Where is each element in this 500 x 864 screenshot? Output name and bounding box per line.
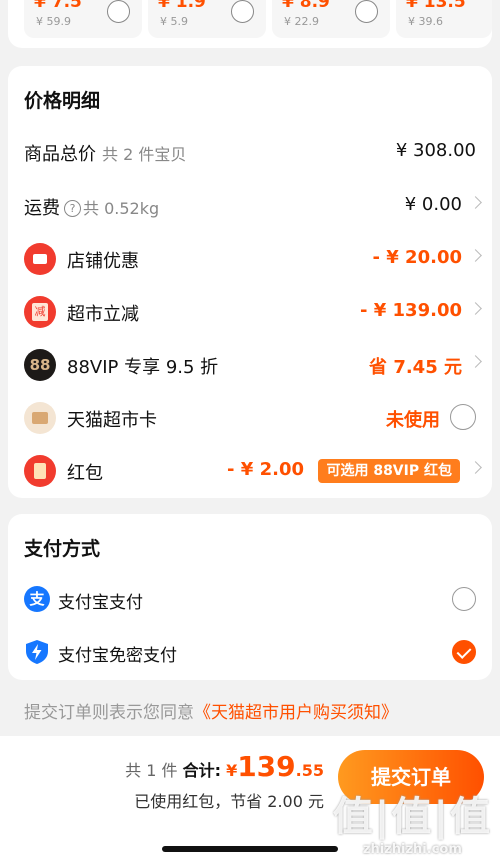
payment-method-alipay[interactable]: 支 支付宝支付 — [8, 580, 492, 620]
vip-value: 省 7.45 元 — [369, 357, 462, 378]
option-item[interactable]: ¥ 8.9 ¥ 22.9 — [272, 0, 390, 38]
checkout-bar: 共 1 件 合计: ¥139.55 已使用红包，节省 2.00 元 提交订单 值… — [0, 736, 500, 864]
shipping-weight: 共 0.52kg — [83, 199, 160, 218]
tmall-card-label: 天猫超市卡 — [67, 410, 157, 431]
agreement-link[interactable]: 《天猫超市用户购买须知》 — [194, 703, 398, 723]
agreement-prefix: 提交订单则表示您同意 — [24, 703, 194, 723]
vip-row[interactable]: 88 88VIP 专享 9.5 折 省 7.45 元 — [8, 345, 492, 385]
option-price: ¥ 1.9 — [158, 0, 206, 12]
option-radio[interactable] — [355, 0, 378, 23]
red-packet-icon — [24, 455, 56, 487]
discount-icon — [24, 296, 56, 328]
price-detail-title: 价格明细 — [24, 90, 101, 112]
market-discount-row[interactable]: 超市立减 - ¥ 139.00 — [8, 292, 492, 332]
vip-red-packet-badge[interactable]: 可选用 88VIP 红包 — [318, 459, 460, 483]
shield-lightning-icon — [24, 639, 50, 665]
payment-method-label: 支付宝支付 — [58, 593, 143, 613]
option-original-price: ¥ 22.9 — [284, 15, 319, 28]
option-original-price: ¥ 39.6 — [408, 15, 443, 28]
option-item[interactable]: ¥ 7.5 ¥ 59.9 — [24, 0, 142, 38]
payment-title: 支付方式 — [24, 538, 101, 560]
total-summary: 共 1 件 合计: ¥139.55 — [125, 750, 324, 783]
option-price: ¥ 8.9 — [282, 0, 330, 12]
option-original-price: ¥ 5.9 — [160, 15, 188, 28]
option-radio[interactable] — [231, 0, 254, 23]
chevron-right-icon — [469, 461, 482, 474]
agreement-text: 提交订单则表示您同意《天猫超市用户购买须知》 — [24, 698, 398, 723]
option-radio[interactable] — [107, 0, 130, 23]
tmall-card-value: 未使用 — [386, 410, 440, 431]
price-detail-card: 价格明细 商品总价共 2 件宝贝 ¥ 308.00 运费? 共 0.52kg ¥ … — [8, 66, 492, 498]
watermark-url: zhizhizhi.com — [362, 842, 462, 857]
option-original-price: ¥ 59.9 — [36, 15, 71, 28]
total-decimal: .55 — [295, 761, 324, 780]
shipping-row[interactable]: 运费? 共 0.52kg ¥ 0.00 — [8, 186, 492, 226]
subtotal-count: 共 2 件宝贝 — [102, 145, 187, 164]
red-packet-row[interactable]: 红包 - ¥ 2.00 可选用 88VIP 红包 — [8, 451, 492, 491]
home-indicator — [162, 846, 338, 852]
tmall-card-row[interactable]: 天猫超市卡 未使用 — [8, 398, 492, 438]
total-label: 合计: — [182, 761, 221, 780]
item-count: 共 1 件 — [125, 761, 178, 780]
shipping-label: 运费 — [24, 198, 60, 219]
card-icon — [24, 402, 56, 434]
shop-discount-row[interactable]: 店铺优惠 - ¥ 20.00 — [8, 239, 492, 279]
chevron-right-icon — [469, 302, 482, 315]
watermark: 值|值|值 zhizhizhi.com — [333, 784, 492, 857]
alipay-icon: 支 — [24, 586, 50, 612]
payment-radio[interactable] — [452, 587, 476, 611]
subtotal-row: 商品总价共 2 件宝贝 ¥ 308.00 — [8, 132, 492, 172]
subtotal-label: 商品总价 — [24, 144, 96, 165]
chevron-right-icon — [469, 249, 482, 262]
help-icon[interactable]: ? — [64, 200, 81, 217]
shop-discount-value: - ¥ 20.00 — [372, 247, 462, 268]
market-discount-value: - ¥ 139.00 — [360, 300, 462, 321]
chevron-right-icon — [469, 196, 482, 209]
coupon-icon — [24, 243, 56, 275]
payment-card: 支付方式 支 支付宝支付 支付宝免密支付 — [8, 514, 492, 680]
shipping-value: ¥ 0.00 — [404, 194, 462, 215]
watermark-logo: 值|值|值 — [332, 794, 492, 840]
option-price: ¥ 7.5 — [34, 0, 82, 12]
market-discount-label: 超市立减 — [67, 304, 139, 325]
tmall-card-radio[interactable] — [450, 404, 476, 430]
payment-radio-checked[interactable] — [452, 640, 476, 664]
vip-88-icon: 88 — [24, 349, 56, 381]
subtotal-value: ¥ 308.00 — [395, 140, 476, 161]
payment-method-label: 支付宝免密支付 — [58, 646, 177, 666]
red-packet-value: - ¥ 2.00 — [227, 459, 304, 480]
shop-discount-label: 店铺优惠 — [67, 251, 139, 272]
currency-symbol: ¥ — [226, 761, 238, 780]
savings-text: 已使用红包，节省 2.00 元 — [134, 792, 324, 811]
chevron-right-icon — [469, 355, 482, 368]
payment-method-alipay-nopwd[interactable]: 支付宝免密支付 — [8, 633, 492, 673]
option-strip: ¥ 7.5 ¥ 59.9 ¥ 1.9 ¥ 5.9 ¥ 8.9 ¥ 22.9 ¥ … — [0, 0, 500, 50]
red-packet-label: 红包 — [67, 463, 103, 484]
option-item[interactable]: ¥ 13.5 ¥ 39.6 — [396, 0, 492, 38]
option-item[interactable]: ¥ 1.9 ¥ 5.9 — [148, 0, 266, 38]
total-integer: 139 — [237, 750, 296, 783]
vip-label: 88VIP 专享 9.5 折 — [67, 357, 219, 378]
option-price: ¥ 13.5 — [406, 0, 466, 12]
